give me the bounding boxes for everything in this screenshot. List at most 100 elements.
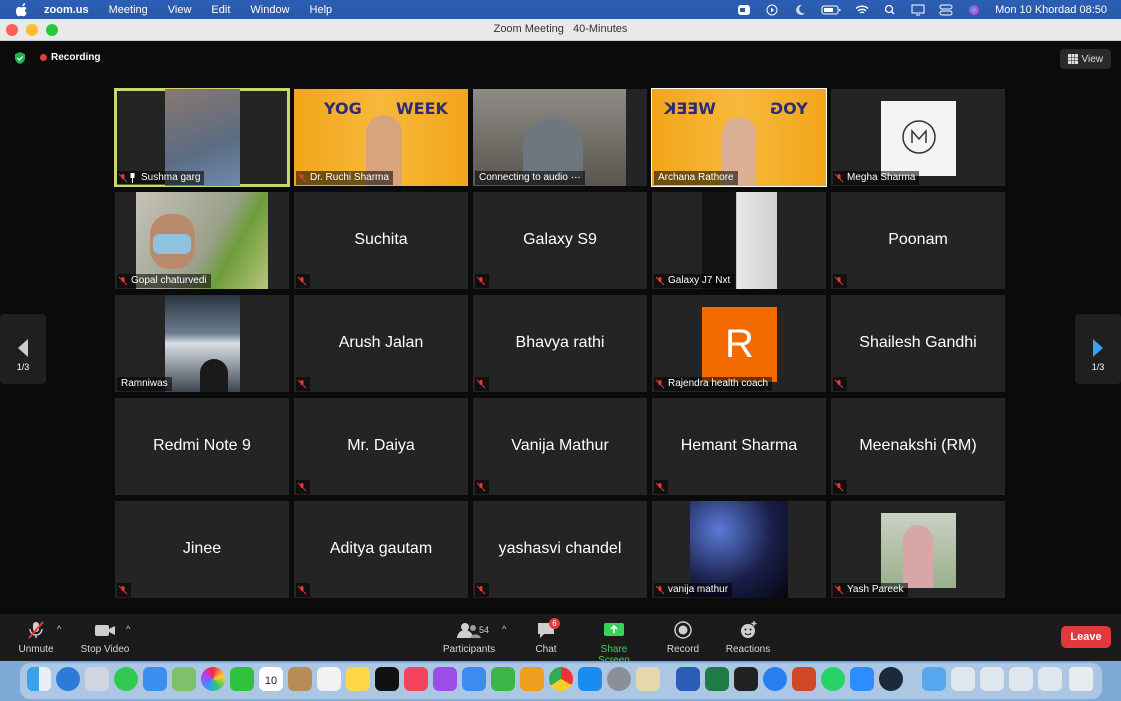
facetime-icon[interactable] (230, 667, 254, 691)
siri-icon[interactable] (967, 4, 981, 16)
battery-icon[interactable] (821, 4, 841, 16)
menu-clock[interactable]: Mon 10 Khordad 08:50 (995, 4, 1107, 16)
participant-tile[interactable]: Yash Pareek (831, 501, 1005, 598)
participant-tile[interactable]: Sushma garg (114, 88, 290, 187)
chat-button[interactable]: 6 Chat (533, 618, 560, 655)
record-button[interactable]: Record (666, 620, 700, 655)
participants-button[interactable]: 54 Participants (442, 620, 496, 655)
chrome-icon[interactable] (549, 667, 573, 691)
participant-name-label: Gopal chaturvedi (117, 274, 211, 288)
participant-tile[interactable]: Bhavya rathi (473, 295, 647, 392)
share-screen-button[interactable]: Share Screen (584, 620, 644, 666)
menu-edit[interactable]: Edit (211, 4, 230, 16)
leave-meeting-button[interactable]: Leave (1061, 626, 1111, 648)
muted-mic-icon (118, 173, 128, 183)
trash-icon[interactable] (1069, 667, 1093, 691)
calendar-icon[interactable]: 10 (259, 667, 283, 691)
participant-tile[interactable]: Hemant Sharma (652, 398, 826, 495)
view-button[interactable]: View (1059, 49, 1111, 69)
zoom-status-icon[interactable] (737, 4, 751, 16)
system-preferences-icon[interactable] (607, 667, 631, 691)
recent-document-icon[interactable] (1038, 667, 1062, 691)
recent-document-icon[interactable] (951, 667, 975, 691)
participant-tile[interactable]: Mr. Daiya (294, 398, 468, 495)
participant-tile[interactable]: YOG WEEK Dr. Ruchi Sharma (294, 89, 468, 186)
participant-tile[interactable]: Ramniwas (115, 295, 289, 392)
wifi-icon[interactable] (855, 4, 869, 16)
moon-icon[interactable] (793, 4, 807, 16)
participant-tile[interactable]: Meenakshi (RM) (831, 398, 1005, 495)
maps-icon[interactable] (172, 667, 196, 691)
screen-mirroring-icon[interactable] (911, 4, 925, 16)
previous-page-button[interactable]: 1/3 (0, 314, 46, 384)
word-icon[interactable] (676, 667, 700, 691)
safari-icon[interactable] (56, 667, 80, 691)
participant-tile[interactable]: Jinee (115, 501, 289, 598)
participant-tile[interactable]: Suchita (294, 192, 468, 289)
control-center-icon[interactable] (939, 4, 953, 16)
menu-window[interactable]: Window (250, 4, 289, 16)
participant-tile[interactable]: Poonam (831, 192, 1005, 289)
mail-icon[interactable] (143, 667, 167, 691)
quicktime-icon[interactable] (879, 667, 903, 691)
muted-mic-icon (834, 173, 844, 183)
unmute-button[interactable]: Unmute (18, 620, 54, 655)
participant-tile[interactable]: Connecting to audio ··· (473, 89, 647, 186)
music-icon[interactable] (404, 667, 428, 691)
bluetooth-icon[interactable] (763, 667, 787, 691)
excel-icon[interactable] (705, 667, 729, 691)
messages-icon[interactable] (114, 667, 138, 691)
reactions-button[interactable]: Reactions (724, 620, 772, 655)
video-options-caret[interactable]: ^ (126, 624, 130, 634)
zoom-icon[interactable] (850, 667, 874, 691)
participant-tile[interactable]: WEEK YOG Archana Rathore (651, 88, 827, 187)
stop-video-button[interactable]: Stop Video (78, 620, 132, 655)
notes-icon[interactable] (346, 667, 370, 691)
contacts-icon[interactable] (288, 667, 312, 691)
participant-tile[interactable]: Megha Sharma (831, 89, 1005, 186)
menu-help[interactable]: Help (310, 4, 333, 16)
security-shield-icon[interactable] (13, 51, 27, 65)
search-icon[interactable] (883, 4, 897, 16)
activity-monitor-icon[interactable] (734, 667, 758, 691)
whatsapp-icon[interactable] (821, 667, 845, 691)
numbers-icon[interactable] (491, 667, 515, 691)
audio-options-caret[interactable]: ^ (57, 624, 61, 634)
menu-view[interactable]: View (168, 4, 192, 16)
participant-tile[interactable]: Aditya gautam (294, 501, 468, 598)
powerpoint-icon[interactable] (792, 667, 816, 691)
participant-tile[interactable]: Arush Jalan (294, 295, 468, 392)
keynote-icon[interactable] (462, 667, 486, 691)
pages-icon[interactable] (520, 667, 544, 691)
participant-tile[interactable]: Galaxy J7 Nxt (652, 192, 826, 289)
participant-tile[interactable]: Redmi Note 9 (115, 398, 289, 495)
next-page-button[interactable]: 1/3 (1075, 314, 1121, 384)
menu-meeting[interactable]: Meeting (109, 4, 148, 16)
recent-document-icon[interactable] (1009, 667, 1033, 691)
participant-tile[interactable]: Shailesh Gandhi (831, 295, 1005, 392)
participant-tile[interactable]: yashasvi chandel (473, 501, 647, 598)
muted-mic-icon (297, 173, 307, 183)
apple-tv-icon[interactable] (375, 667, 399, 691)
launchpad-icon[interactable] (85, 667, 109, 691)
participant-tile[interactable]: vanija mathur (652, 501, 826, 598)
apple-icon[interactable] (16, 2, 28, 17)
reminders-icon[interactable] (317, 667, 341, 691)
recent-document-icon[interactable] (980, 667, 1004, 691)
participant-tile[interactable]: Vanija Mathur (473, 398, 647, 495)
photos-icon[interactable] (201, 667, 225, 691)
play-status-icon[interactable] (765, 4, 779, 16)
app-store-icon[interactable] (578, 667, 602, 691)
participant-tile[interactable]: R Rajendra health coach (652, 295, 826, 392)
participant-tile[interactable]: Galaxy S9 (473, 192, 647, 289)
participant-name-label: Dr. Ruchi Sharma (296, 171, 393, 185)
preview-icon[interactable] (636, 667, 660, 691)
podcasts-icon[interactable] (433, 667, 457, 691)
app-menu[interactable]: zoom.us (44, 4, 89, 16)
finder-icon[interactable] (27, 667, 51, 691)
participant-tile[interactable]: Gopal chaturvedi (115, 192, 289, 289)
recording-indicator[interactable]: Recording (40, 52, 100, 63)
page-indicator-right: 1/3 (1091, 362, 1105, 372)
downloads-folder-icon[interactable] (922, 667, 946, 691)
participants-options-caret[interactable]: ^ (502, 624, 506, 634)
